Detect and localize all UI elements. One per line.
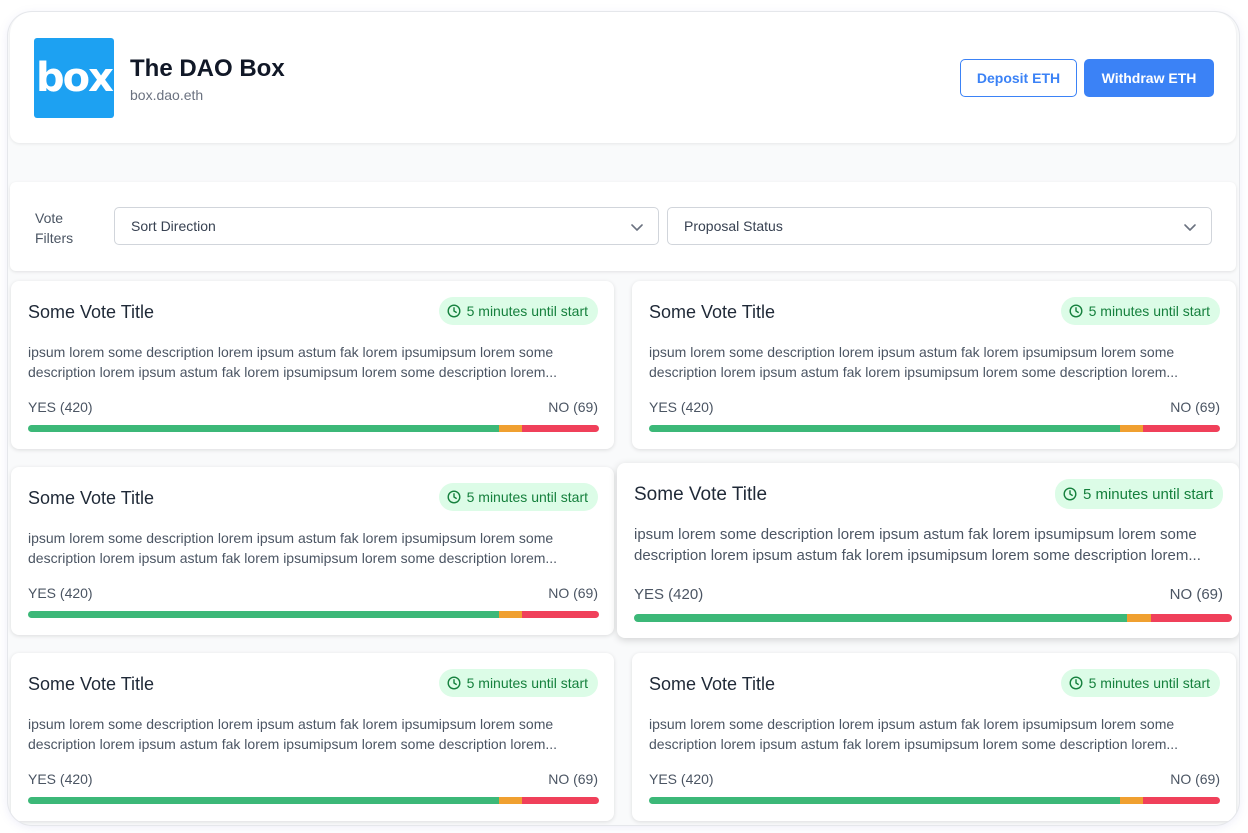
vote-status-text: 5 minutes until start <box>1088 675 1210 691</box>
vote-result-bar <box>649 797 1220 804</box>
abstain-segment <box>499 425 522 432</box>
yes-count: YES (420) <box>28 585 93 601</box>
no-count: NO (69) <box>1170 399 1220 415</box>
no-count: NO (69) <box>1169 586 1223 603</box>
no-segment <box>521 797 599 804</box>
vote-title: Some Vote Title <box>28 302 155 322</box>
sort-direction-select[interactable]: Sort Direction <box>114 207 659 245</box>
vote-description: ipsum lorem some description lorem ipsum… <box>28 530 558 566</box>
vote-description: ipsum lorem some description lorem ipsum… <box>649 344 1179 380</box>
vote-status-badge: 5 minutes until start <box>1060 669 1220 697</box>
vote-description: ipsum lorem some description lorem ipsum… <box>634 526 1201 564</box>
vote-card[interactable]: Some Vote Title 5 minutes until start ip… <box>11 653 614 821</box>
abstain-segment <box>499 797 522 804</box>
vote-description: ipsum lorem some description lorem ipsum… <box>649 716 1179 752</box>
vote-title: Some Vote Title <box>28 488 155 508</box>
vote-status-text: 5 minutes until start <box>1088 303 1210 319</box>
yes-count: YES (420) <box>649 771 714 787</box>
vote-status-badge: 5 minutes until start <box>438 297 598 325</box>
clock-icon <box>1069 304 1083 318</box>
vote-card[interactable]: Some Vote Title 5 minutes until start ip… <box>617 463 1239 638</box>
no-segment <box>1151 614 1232 622</box>
vote-description: ipsum lorem some description lorem ipsum… <box>28 716 558 752</box>
deposit-eth-button[interactable]: Deposit ETH <box>960 59 1077 97</box>
vote-card[interactable]: Some Vote Title 5 minutes until start ip… <box>632 281 1236 449</box>
vote-status-badge: 5 minutes until start <box>1060 297 1220 325</box>
vote-status-badge: 5 minutes until start <box>1054 479 1223 509</box>
vote-result-bar <box>634 614 1232 622</box>
vote-result-bar <box>28 425 599 432</box>
proposal-status-value: Proposal Status <box>684 218 783 234</box>
chevron-down-icon <box>1184 224 1196 231</box>
yes-segment <box>649 425 1121 432</box>
clock-icon <box>1063 487 1077 501</box>
chevron-down-icon <box>631 224 643 231</box>
no-segment <box>1142 797 1220 804</box>
no-segment <box>1142 425 1220 432</box>
vote-result-bar <box>649 425 1220 432</box>
clock-icon <box>447 304 461 318</box>
vote-status-badge: 5 minutes until start <box>438 669 598 697</box>
vote-card[interactable]: Some Vote Title 5 minutes until start ip… <box>11 281 614 449</box>
app-frame: box The DAO Box box.dao.eth Deposit ETH … <box>8 12 1239 825</box>
vote-status-text: 5 minutes until start <box>466 303 588 319</box>
no-count: NO (69) <box>548 585 598 601</box>
abstain-segment <box>1120 425 1143 432</box>
dao-title: The DAO Box <box>130 55 285 82</box>
clock-icon <box>1069 676 1083 690</box>
yes-segment <box>28 797 500 804</box>
yes-segment <box>634 614 1128 622</box>
abstain-segment <box>1120 797 1143 804</box>
logo-text: box <box>36 55 114 101</box>
proposal-status-select[interactable]: Proposal Status <box>667 207 1212 245</box>
abstain-segment <box>1127 614 1152 622</box>
clock-icon <box>447 676 461 690</box>
yes-count: YES (420) <box>649 399 714 415</box>
no-segment <box>521 611 599 618</box>
dao-logo: box <box>34 38 114 118</box>
yes-count: YES (420) <box>28 771 93 787</box>
dao-ens-name: box.dao.eth <box>130 87 204 103</box>
vote-result-bar <box>28 611 599 618</box>
yes-segment <box>28 611 500 618</box>
vote-filters-bar: Vote Filters Sort Direction Proposal Sta… <box>10 182 1236 271</box>
vote-title: Some Vote Title <box>28 674 155 694</box>
vote-title: Some Vote Title <box>649 302 776 322</box>
no-segment <box>521 425 599 432</box>
abstain-segment <box>499 611 522 618</box>
no-count: NO (69) <box>1170 771 1220 787</box>
vote-result-bar <box>28 797 599 804</box>
yes-count: YES (420) <box>634 586 704 603</box>
dao-header: box The DAO Box box.dao.eth Deposit ETH … <box>10 12 1236 143</box>
yes-segment <box>28 425 500 432</box>
no-count: NO (69) <box>548 771 598 787</box>
yes-count: YES (420) <box>28 399 93 415</box>
sort-direction-value: Sort Direction <box>131 218 216 234</box>
vote-card[interactable]: Some Vote Title 5 minutes until start ip… <box>632 653 1236 821</box>
vote-status-text: 5 minutes until start <box>466 489 588 505</box>
vote-title: Some Vote Title <box>634 484 768 505</box>
vote-description: ipsum lorem some description lorem ipsum… <box>28 344 558 380</box>
vote-status-badge: 5 minutes until start <box>438 483 598 511</box>
yes-segment <box>649 797 1121 804</box>
no-count: NO (69) <box>548 399 598 415</box>
withdraw-eth-button[interactable]: Withdraw ETH <box>1084 59 1214 97</box>
vote-status-text: 5 minutes until start <box>466 675 588 691</box>
vote-filters-label: Vote Filters <box>35 210 74 246</box>
vote-card[interactable]: Some Vote Title 5 minutes until start ip… <box>11 467 614 635</box>
vote-status-text: 5 minutes until start <box>1082 485 1213 503</box>
clock-icon <box>447 490 461 504</box>
vote-title: Some Vote Title <box>649 674 776 694</box>
